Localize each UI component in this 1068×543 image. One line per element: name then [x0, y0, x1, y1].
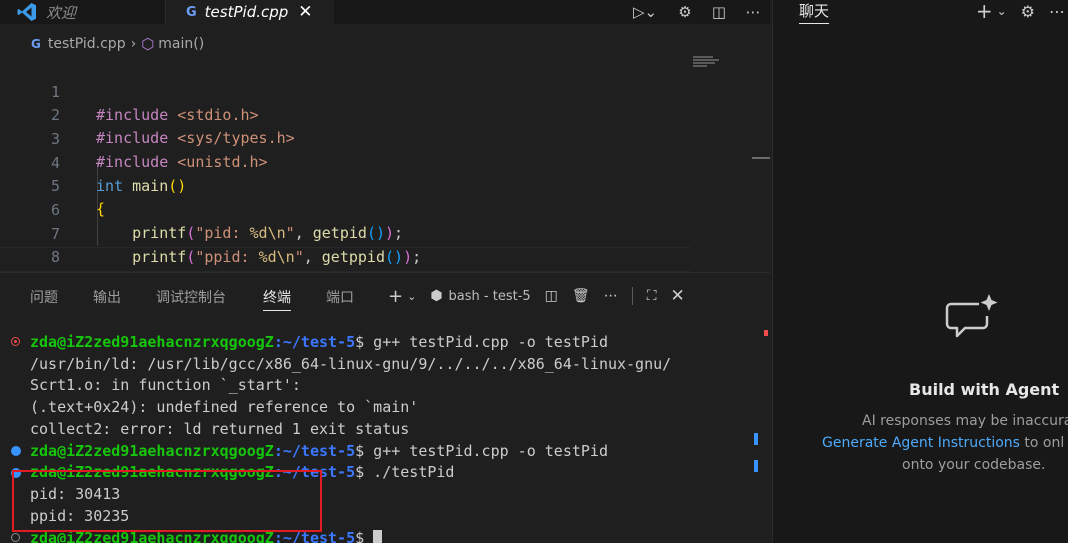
more-actions-icon[interactable]: ⋯	[604, 288, 618, 304]
chevron-down-icon[interactable]: ⌄	[997, 4, 1007, 18]
code-line: 5 {	[0, 152, 690, 218]
code-line: 2 #include <sys/types.h>	[0, 81, 690, 147]
terminal-line: /usr/bin/ld: /usr/lib/gcc/x86_64-linux-g…	[30, 355, 672, 373]
agent-description-line2: Generate Agent Instructions to onl	[822, 435, 1065, 451]
code-editor[interactable]: 1 #include <stdio.h> 2 #include <sys/typ…	[0, 58, 690, 313]
scrollbar-marker	[764, 330, 768, 336]
breadcrumb: G testPid.cpp › ⬡ main()	[0, 33, 770, 55]
terminal-selector[interactable]: ⬢ bash - test-5	[430, 288, 530, 304]
split-editor-icon[interactable]: ◫	[702, 0, 736, 24]
agent-chat-icon	[945, 294, 998, 338]
terminal-line: (.text+0x24): undefined reference to `ma…	[30, 398, 419, 416]
gear-icon[interactable]: ⚙	[1021, 2, 1035, 21]
trash-icon[interactable]: 🗑	[572, 288, 590, 304]
terminal-cursor	[373, 530, 383, 543]
tab-terminal[interactable]: 终端	[263, 287, 291, 311]
code-line: 9 }	[0, 247, 690, 313]
terminal-box-icon: ⬢	[430, 288, 443, 304]
editor-actions: ▷⌄ ⚙ ◫ ⋯	[622, 0, 770, 24]
cpp-file-icon: G	[31, 37, 41, 51]
gear-icon[interactable]: ⚙	[668, 0, 702, 24]
editor-tab-bar: 欢迎 G testPid.cpp ✕ ▷⌄ ⚙ ◫ ⋯	[0, 0, 770, 24]
agent-description-line3: onto your codebase.	[902, 457, 1046, 473]
command-pending-icon	[11, 533, 20, 542]
generate-instructions-link[interactable]: Generate Agent Instructions	[822, 435, 1020, 451]
highlight-box	[12, 470, 322, 532]
code-line: 6 printf("pid: %d\n", getpid());	[0, 176, 690, 242]
maximize-panel-icon[interactable]: ⛶	[647, 288, 657, 304]
toolbar-divider	[631, 287, 633, 305]
terminal-name: bash - test-5	[448, 288, 531, 304]
close-panel-icon[interactable]: ✕	[671, 286, 685, 306]
command-success-icon	[11, 446, 21, 456]
chat-title[interactable]: 聊天	[799, 0, 830, 24]
more-actions-icon[interactable]: ⋯	[1049, 2, 1065, 21]
tab-problems[interactable]: 问题	[30, 287, 58, 307]
breadcrumb-symbol[interactable]: main()	[158, 36, 204, 52]
vscode-logo-icon	[17, 3, 36, 21]
agent-heading: Build with Agent	[909, 380, 1060, 399]
vscode-window: 欢迎 G testPid.cpp ✕ ▷⌄ ⚙ ◫ ⋯ G testPid.cp…	[0, 0, 1068, 543]
terminal-line: zda@iZ2zed91aehacnzrxqgoogZ:~/test-5$ g+…	[30, 442, 608, 460]
terminal-line: collect2: error: ld returned 1 exit stat…	[30, 420, 410, 438]
tab-welcome-label: 欢迎	[46, 3, 77, 22]
run-debug-icon[interactable]: ▷⌄	[622, 0, 668, 24]
symbol-method-icon: ⬡	[141, 35, 155, 53]
tab-testpid-label: testPid.cpp	[204, 3, 289, 21]
command-error-icon	[11, 337, 20, 346]
code-line: 4 int main()	[0, 129, 690, 195]
code-line: 7 printf("ppid: %d\n", getppid());	[0, 200, 690, 266]
code-line: 1 #include <stdio.h>	[0, 58, 690, 124]
terminal-line: zda@iZ2zed91aehacnzrxqgoogZ:~/test-5$ g+…	[30, 333, 608, 351]
new-chat-plus-icon[interactable]: +	[976, 0, 993, 23]
code-line: 8 return 0;	[0, 223, 690, 289]
terminal-line: Scrt1.o: in function `_start':	[30, 376, 301, 394]
tab-welcome[interactable]: 欢迎	[0, 0, 166, 24]
scrollbar-marker	[754, 460, 758, 472]
more-actions-icon[interactable]: ⋯	[736, 0, 770, 24]
tab-debug-console[interactable]: 调试控制台	[156, 287, 226, 307]
close-icon[interactable]: ✕	[298, 2, 312, 22]
chat-header: 聊天 + ⌄ ⚙ ⋯	[773, 0, 1068, 26]
cpp-file-icon: G	[186, 4, 197, 20]
minimap[interactable]	[693, 56, 723, 72]
new-terminal-plus-icon[interactable]: + ⌄	[388, 286, 416, 307]
breadcrumb-file[interactable]: testPid.cpp	[48, 36, 126, 52]
editor-scrollbar[interactable]	[752, 157, 770, 159]
tab-ports[interactable]: 端口	[326, 287, 354, 307]
tab-output[interactable]: 输出	[93, 287, 121, 307]
agent-description: AI responses may be inaccura	[862, 413, 1068, 429]
scrollbar-marker	[754, 433, 758, 445]
tab-testpid-cpp[interactable]: G testPid.cpp ✕	[166, 0, 334, 24]
panel-toolbar: + ⌄ ⬢ bash - test-5 ◫ 🗑 ⋯ ⛶ ✕	[388, 285, 699, 307]
chevron-right-icon: ›	[130, 36, 137, 52]
code-line: 3 #include <unistd.h>	[0, 105, 690, 171]
chat-actions: + ⌄ ⚙ ⋯	[962, 0, 1068, 23]
editor-group: 欢迎 G testPid.cpp ✕ ▷⌄ ⚙ ◫ ⋯ G testPid.cp…	[0, 0, 770, 543]
split-terminal-icon[interactable]: ◫	[545, 288, 558, 304]
chat-panel: 聊天 + ⌄ ⚙ ⋯ Build with Agent AI responses…	[772, 0, 1068, 543]
